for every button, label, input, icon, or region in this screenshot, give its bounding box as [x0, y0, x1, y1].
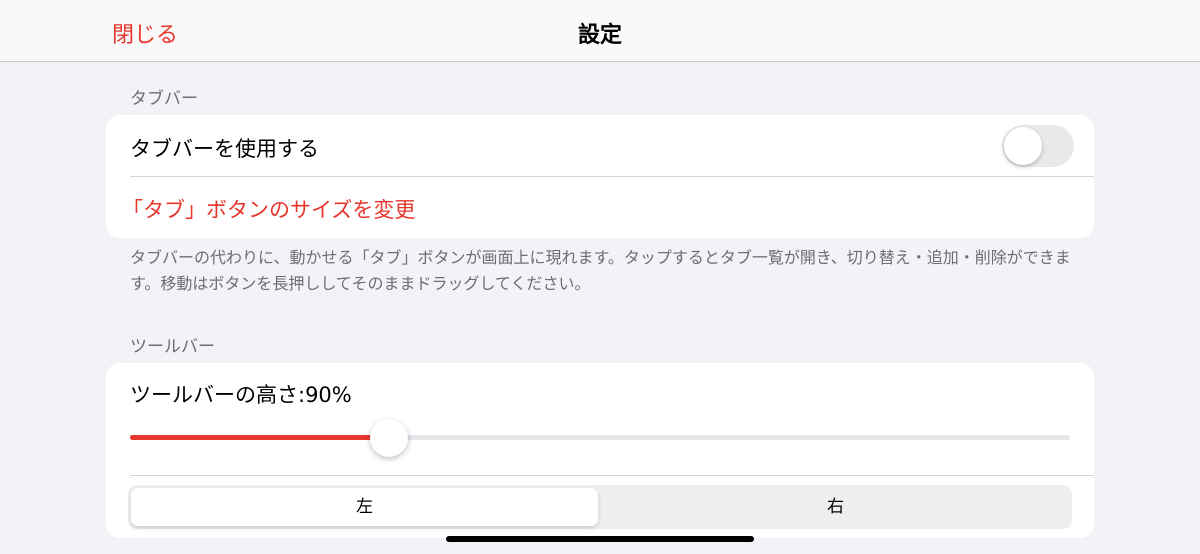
navigation-bar: 閉じる 設定	[0, 0, 1200, 62]
page-title: 設定	[577, 23, 622, 48]
change-tab-button-size-row[interactable]: 「タブ」ボタンのサイズを変更	[106, 177, 1094, 238]
toolbar-settings-card: ツールバーの高さ:90% 左 右	[106, 363, 1094, 538]
segment-right[interactable]: 右	[602, 488, 1069, 526]
section-header-tabbar: タブバー	[130, 89, 198, 109]
change-tab-button-size-link[interactable]: 「タブ」ボタンのサイズを変更	[122, 194, 415, 224]
use-tabbar-toggle[interactable]	[1002, 125, 1074, 167]
segment-left[interactable]: 左	[131, 488, 598, 526]
section-header-toolbar: ツールバー	[130, 337, 215, 357]
slider-thumb[interactable]	[369, 419, 408, 457]
use-tabbar-row: タブバーを使用する	[106, 115, 1094, 177]
tabbar-settings-card: タブバーを使用する 「タブ」ボタンのサイズを変更	[106, 115, 1094, 238]
toolbar-height-label: ツールバーの高さ:90%	[130, 383, 352, 407]
toolbar-height-slider[interactable]	[130, 419, 1070, 457]
row-separator	[130, 475, 1094, 476]
toolbar-position-segmented-control: 左 右	[128, 485, 1072, 529]
tabbar-footer-description: タブバーの代わりに、動かせる「タブ」ボタンが画面上に現れます。タップするとタブ一…	[130, 248, 1071, 293]
home-indicator	[446, 536, 754, 542]
slider-fill	[130, 435, 389, 440]
use-tabbar-label: タブバーを使用する	[130, 137, 319, 161]
toggle-knob	[1004, 127, 1042, 165]
